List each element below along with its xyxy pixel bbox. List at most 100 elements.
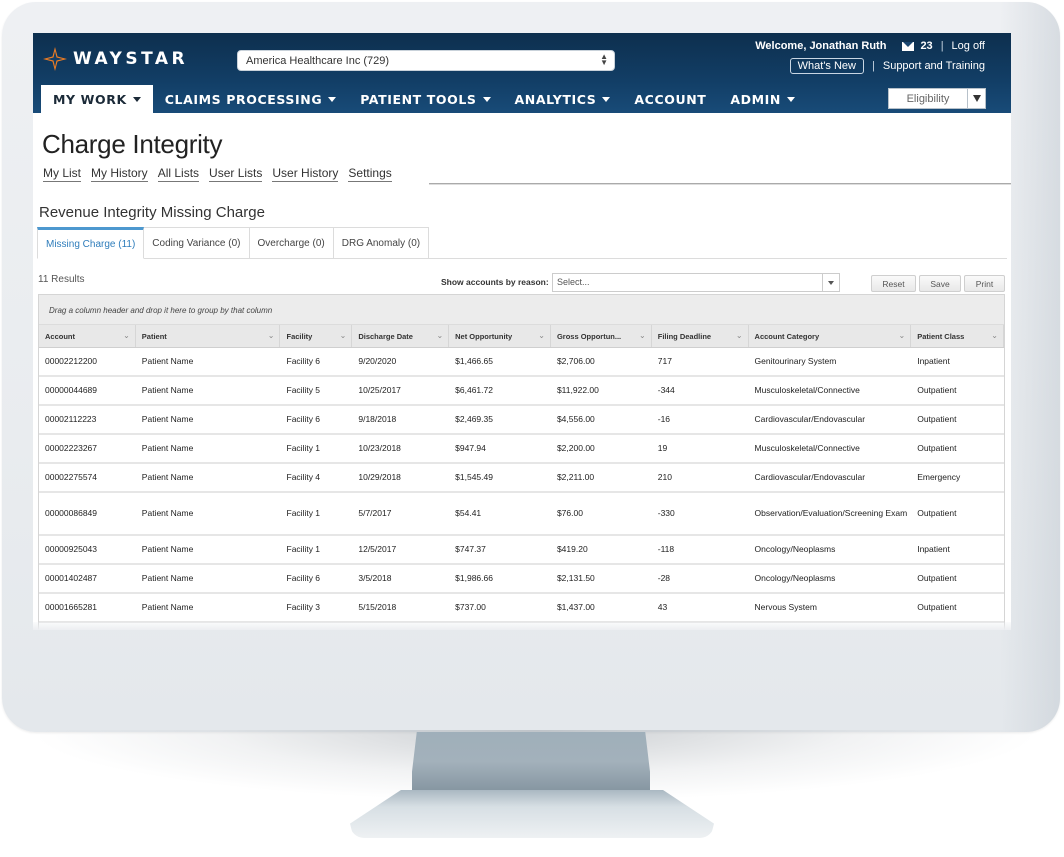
nav-label: ADMIN — [730, 91, 781, 107]
cell-gross-opportunity: $4,556.00 — [556, 414, 595, 424]
cell-filing-deadline: 43 — [657, 602, 668, 612]
mail-icon[interactable] — [902, 41, 915, 51]
eligibility-dropdown-button[interactable] — [967, 89, 985, 108]
nav-claims-processing[interactable]: CLAIMS PROCESSING — [153, 85, 348, 113]
cell-discharge-date: 3/5/2018 — [358, 573, 392, 583]
table-row[interactable]: 00000044689 Patient Name Facility 5 10/25/2… — [39, 377, 1004, 406]
sub-nav-my-list[interactable]: My List — [43, 166, 82, 182]
column-header-account-category[interactable]: Account Category ⌄ — [749, 325, 912, 347]
cell-patient: Patient Name — [141, 472, 194, 482]
cell-facility: Facility 1 — [286, 508, 321, 518]
sub-nav: My List My History All Lists User Lists … — [43, 166, 392, 182]
nav-label: CLAIMS PROCESSING — [164, 91, 323, 107]
welcome-text: Welcome, Jonathan Ruth — [755, 40, 887, 52]
cell-account: 00002275574 — [45, 472, 98, 482]
save-button[interactable]: Save — [919, 275, 961, 292]
table-row[interactable]: 00002112223 Patient Name Facility 6 9/18/20… — [39, 406, 1004, 435]
cell-account: 00000925043 — [45, 544, 98, 554]
column-menu-chevron-icon[interactable]: ⌄ — [340, 331, 347, 340]
column-menu-chevron-icon[interactable]: ⌄ — [898, 331, 905, 340]
support-training-link[interactable]: Support and Training — [883, 60, 985, 72]
reason-tabs: Missing Charge (11) Coding Variance (0) … — [37, 227, 430, 259]
sub-nav-user-history[interactable]: User History — [272, 166, 339, 182]
table-row[interactable]: 00001665281 Patient Name Facility 3 5/15/20… — [39, 594, 1004, 623]
eligibility-select[interactable]: Eligibility — [888, 88, 986, 109]
reason-filter-select[interactable]: Select... — [552, 273, 840, 292]
table-row[interactable]: 00000086849 Patient Name Facility 1 5/7/201… — [39, 493, 1004, 536]
column-header-patient-class[interactable]: Patient Class ⌄ — [911, 325, 1004, 347]
table-row[interactable]: 00002212200 Patient Name Facility 6 9/20/20… — [39, 348, 1004, 377]
cell-facility: Facility 6 — [286, 414, 321, 424]
organization-select[interactable]: America Healthcare Inc (729) ▲ ▼ — [237, 50, 615, 71]
cell-account: 00002212200 — [45, 356, 98, 366]
monitor-stand-base — [350, 790, 714, 838]
column-menu-chevron-icon[interactable]: ⌄ — [123, 331, 130, 340]
logoff-link[interactable]: Log off — [952, 40, 985, 52]
cell-patient-class: Emergency — [917, 472, 961, 482]
cell-account: 00000086849 — [45, 508, 98, 518]
cell-net-opportunity: $747.37 — [455, 544, 486, 554]
reason-filter-label: Show accounts by reason: — [441, 277, 549, 287]
nav-admin[interactable]: ADMIN — [718, 85, 807, 113]
eligibility-select-value: Eligibility — [906, 92, 950, 105]
cell-net-opportunity: $1,986.66 — [455, 573, 493, 583]
column-header-net-opportunity[interactable]: Net Opportunity ⌄ — [449, 325, 551, 347]
column-header-filing-deadline[interactable]: Filing Deadline ⌄ — [652, 325, 749, 347]
tab-coding-variance[interactable]: Coding Variance (0) — [144, 227, 250, 259]
tab-drg-anomaly[interactable]: DRG Anomaly (0) — [333, 227, 430, 259]
cell-filing-deadline: -118 — [657, 544, 675, 554]
column-header-label: Account Category — [754, 331, 820, 341]
tab-missing-charge[interactable]: Missing Charge (11) — [37, 227, 145, 259]
table-row[interactable]: 00000925043 Patient Name Facility 1 12/5/20… — [39, 536, 1004, 565]
reason-dropdown-button[interactable] — [822, 274, 839, 291]
column-header-gross-opportunity[interactable]: Gross Opportun... ⌄ — [551, 325, 652, 347]
table-row[interactable]: 00001402487 Patient Name Facility 6 3/5/201… — [39, 565, 1004, 594]
column-menu-chevron-icon[interactable]: ⌄ — [538, 331, 545, 340]
column-header-facility[interactable]: Facility ⌄ — [280, 325, 353, 347]
column-header-discharge-date[interactable]: Discharge Date ⌄ — [352, 325, 450, 347]
column-menu-chevron-icon[interactable]: ⌄ — [736, 331, 743, 340]
table-row[interactable]: 00002223267 Patient Name Facility 1 10/23/2… — [39, 435, 1004, 464]
user-area: Welcome, Jonathan Ruth 23 | Log off What… — [755, 40, 985, 74]
nav-analytics[interactable]: ANALYTICS — [503, 85, 623, 113]
table-row[interactable]: 00002275574 Patient Name Facility 4 10/29/2… — [39, 464, 1004, 493]
sub-nav-my-history[interactable]: My History — [91, 166, 148, 182]
updown-arrows-icon: ▲ ▼ — [600, 52, 608, 67]
column-menu-chevron-icon[interactable]: ⌄ — [268, 331, 275, 340]
group-by-drop-area[interactable]: Drag a column header and drop it here to… — [39, 295, 1004, 325]
cell-discharge-date: 9/18/2018 — [358, 414, 397, 424]
sub-nav-all-lists[interactable]: All Lists — [157, 166, 200, 182]
accounts-grid: Drag a column header and drop it here to… — [38, 294, 1005, 630]
column-header-label: Patient — [141, 331, 167, 341]
column-header-label: Net Opportunity — [455, 331, 513, 341]
nav-patient-tools[interactable]: PATIENT TOOLS — [348, 85, 502, 113]
tab-overcharge[interactable]: Overcharge (0) — [249, 227, 334, 259]
cell-account: 00002112223 — [45, 414, 97, 424]
monitor-stand-neck — [412, 732, 650, 798]
column-menu-chevron-icon[interactable]: ⌄ — [639, 331, 646, 340]
cell-filing-deadline: 717 — [657, 356, 672, 366]
sub-nav-user-lists[interactable]: User Lists — [209, 166, 263, 182]
cell-account-category: Cardiovascular/Endovascular — [754, 414, 866, 424]
print-button[interactable]: Print — [964, 275, 1005, 292]
cell-patient-class: Inpatient — [917, 356, 950, 366]
cell-facility: Facility 1 — [286, 443, 321, 453]
message-count[interactable]: 23 — [920, 40, 932, 52]
nav-my-work[interactable]: MY WORK — [41, 85, 153, 113]
column-menu-chevron-icon[interactable]: ⌄ — [436, 331, 443, 340]
cell-filing-deadline: -28 — [657, 573, 671, 583]
nav-account[interactable]: ACCOUNT — [622, 85, 718, 113]
main-nav: MY WORK CLAIMS PROCESSING PATIENT TOOLS … — [41, 85, 807, 113]
column-header-patient[interactable]: Patient ⌄ — [136, 325, 281, 347]
cell-account-category: Observation/Evaluation/Screening Exam — [754, 508, 908, 518]
cell-facility: Facility 6 — [286, 356, 321, 366]
column-header-account[interactable]: Account ⌄ — [39, 325, 136, 347]
column-menu-chevron-icon[interactable]: ⌄ — [991, 331, 998, 340]
whats-new-button[interactable]: What's New — [789, 58, 864, 74]
logo[interactable]: WAYSTAR — [43, 47, 188, 71]
sub-nav-settings[interactable]: Settings — [348, 166, 392, 182]
cell-account: 00002223267 — [45, 443, 98, 453]
cell-net-opportunity: $1,545.49 — [455, 472, 493, 482]
section-title: Revenue Integrity Missing Charge — [39, 204, 265, 221]
reset-button[interactable]: Reset — [871, 275, 916, 292]
